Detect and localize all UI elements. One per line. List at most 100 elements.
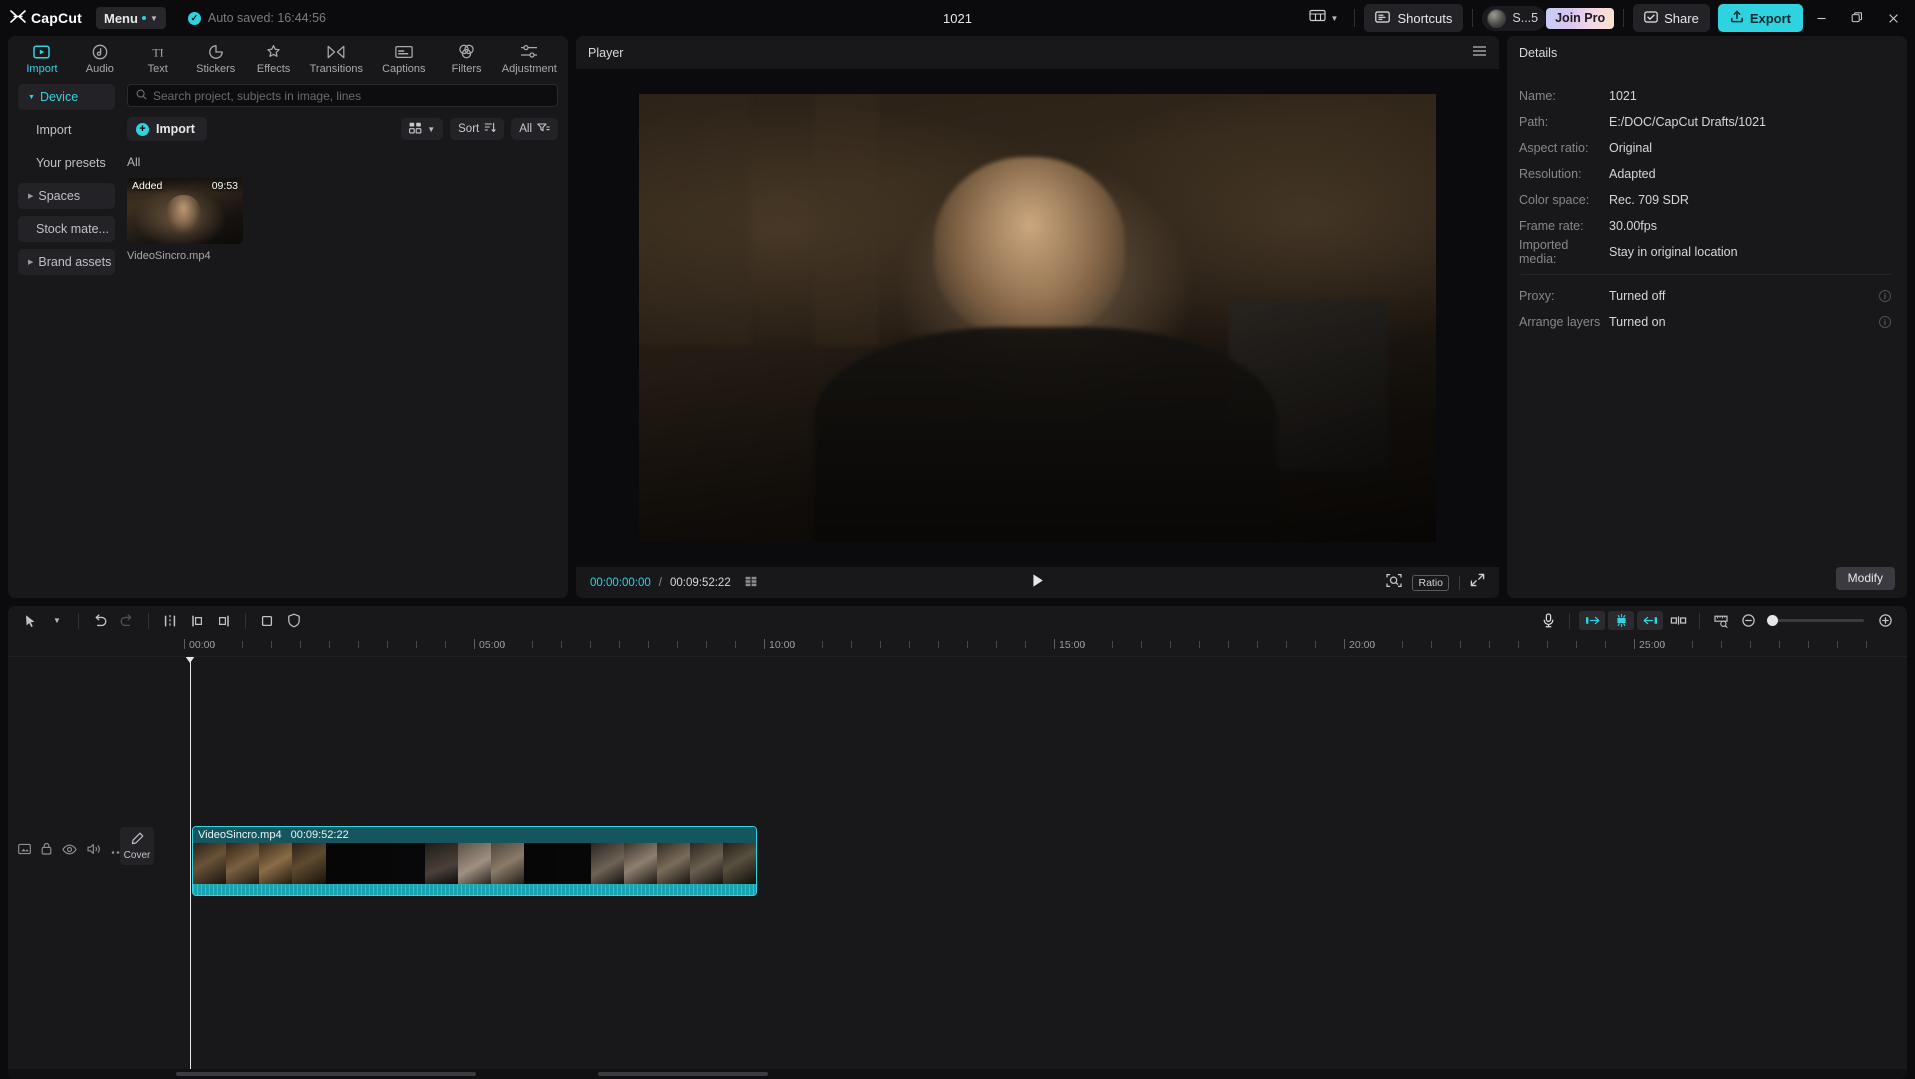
tab-adjustment[interactable]: Adjustment — [497, 39, 563, 75]
sidebar-item-brand-assets[interactable]: ▶ Brand assets — [18, 249, 115, 275]
player-panel: Player 00:00:00:00 / 00:09:52:22 Ratio — [576, 36, 1499, 598]
view-mode-button[interactable]: ▼ — [401, 118, 444, 140]
shortcuts-button[interactable]: Shortcuts — [1364, 4, 1464, 32]
window-maximize-button[interactable] — [1839, 1, 1875, 35]
chevron-down-icon: ▼ — [427, 124, 436, 134]
account-button[interactable]: S...5 — [1482, 5, 1547, 31]
tab-filters[interactable]: Filters — [439, 39, 495, 75]
record-voiceover-button[interactable] — [1536, 610, 1560, 632]
tab-captions[interactable]: Captions — [371, 39, 437, 75]
video-preview[interactable] — [639, 94, 1436, 542]
media-card[interactable]: Added 09:53 VideoSincro.mp4 — [127, 178, 243, 262]
filmstrip-frame — [623, 843, 657, 884]
player-right-controls: Ratio — [1386, 573, 1485, 593]
capcut-app-window: CapCut Menu ▼ ✓ Auto saved: 16:44:56 102… — [0, 0, 1915, 1079]
library-toolbar-right: ▼ Sort All — [401, 118, 558, 140]
info-icon[interactable]: i — [1879, 290, 1891, 302]
trim-left-button[interactable] — [185, 610, 209, 632]
details-value[interactable]: Turned on — [1609, 315, 1666, 329]
timeline-horizontal-scrollbar[interactable] — [8, 1069, 1907, 1079]
sidebar-item-spaces[interactable]: ▶ Spaces — [18, 183, 115, 209]
tab-transitions[interactable]: Transitions — [304, 39, 370, 75]
magnify-icon[interactable] — [1386, 573, 1403, 593]
media-thumbnail[interactable]: Added 09:53 — [127, 178, 243, 244]
eye-icon[interactable] — [62, 842, 77, 860]
chevron-right-icon: ▶ — [28, 259, 34, 266]
details-label: Color space: — [1519, 193, 1590, 207]
ruler-button[interactable] — [1709, 610, 1733, 632]
tab-effects[interactable]: Effects — [246, 39, 302, 75]
split-button[interactable] — [158, 610, 182, 632]
details-label: Path: — [1519, 115, 1549, 129]
track-thumb-icon[interactable] — [18, 842, 31, 860]
menu-button[interactable]: Menu ▼ — [95, 7, 166, 29]
zoom-in-button[interactable] — [1873, 610, 1897, 632]
zoom-out-button[interactable] — [1736, 610, 1760, 632]
zoom-slider-knob[interactable] — [1767, 615, 1778, 626]
cover-button[interactable]: Cover — [120, 827, 154, 865]
avatar — [1487, 8, 1507, 28]
timeline-tracks-area[interactable]: Cover VideoSincro.mp4 00:09:52:22 — [8, 657, 1907, 1069]
import-media-button[interactable]: + Import — [127, 117, 207, 141]
timeline-toolbar: ▼ — [8, 606, 1907, 635]
redo-button[interactable] — [115, 610, 139, 632]
frames-icon[interactable] — [745, 574, 758, 592]
ruler-label: 05:00 — [479, 639, 506, 651]
tab-audio[interactable]: Audio — [72, 39, 128, 75]
sidebar-item-import[interactable]: Import — [18, 117, 115, 143]
link-clips-button[interactable] — [1666, 610, 1690, 632]
mask-button[interactable] — [282, 610, 306, 632]
fullscreen-icon[interactable] — [1470, 573, 1485, 592]
sort-button[interactable]: Sort — [450, 118, 505, 140]
window-minimize-button[interactable] — [1803, 1, 1839, 35]
player-controls: 00:00:00:00 / 00:09:52:22 Ratio — [576, 567, 1499, 598]
lock-icon[interactable] — [41, 842, 52, 860]
search-bar[interactable]: Search project, subjects in image, lines — [127, 84, 558, 107]
sidebar-item-label: Stock mate... — [36, 222, 109, 236]
mute-icon[interactable] — [87, 842, 101, 860]
share-button[interactable]: Share — [1633, 4, 1710, 32]
layout-switch-button[interactable]: ▼ — [1302, 5, 1346, 31]
modify-button[interactable]: Modify — [1835, 566, 1895, 590]
window-close-button[interactable] — [1875, 1, 1911, 35]
player-menu-icon[interactable] — [1472, 45, 1487, 60]
select-tool-dropdown[interactable]: ▼ — [45, 610, 69, 632]
scrollbar-thumb[interactable] — [598, 1072, 768, 1076]
sidebar-item-your-presets[interactable]: Your presets — [18, 150, 115, 176]
clip-header: VideoSincro.mp4 00:09:52:22 — [193, 827, 756, 843]
mirror-right-button[interactable] — [1637, 611, 1663, 630]
mirror-left-button[interactable] — [1579, 611, 1605, 630]
crop-button[interactable] — [255, 610, 279, 632]
tab-stickers[interactable]: Stickers — [188, 39, 244, 75]
flash-select-button[interactable] — [1608, 611, 1634, 630]
play-button[interactable] — [1031, 573, 1045, 593]
timeline-ruler[interactable]: 00:00 05:00 10:00 15:00 20:00 25:00 — [8, 635, 1907, 657]
library-toolbar: + Import ▼ Sort All — [127, 117, 558, 141]
details-value[interactable]: Turned off — [1609, 289, 1665, 303]
import-label: Import — [156, 122, 195, 136]
tab-text[interactable]: TI Text — [130, 39, 186, 75]
ratio-button[interactable]: Ratio — [1412, 574, 1449, 591]
divider — [1521, 274, 1891, 275]
timeline-zoom-slider[interactable] — [1767, 615, 1864, 626]
divider — [148, 612, 149, 629]
undo-button[interactable] — [88, 610, 112, 632]
export-button[interactable]: Export — [1717, 4, 1803, 32]
sidebar-item-device[interactable]: ▼ Device — [18, 84, 115, 110]
tab-label: Filters — [451, 63, 482, 75]
details-label: Aspect ratio: — [1519, 141, 1589, 155]
chevron-down-icon: ▼ — [149, 13, 158, 23]
ruler-label: 20:00 — [1349, 639, 1376, 651]
info-icon[interactable]: i — [1879, 316, 1891, 328]
timeline-clip[interactable]: VideoSincro.mp4 00:09:52:22 — [192, 826, 757, 896]
account-name: S...5 — [1512, 11, 1539, 25]
select-tool-button[interactable] — [18, 610, 42, 632]
filter-button[interactable]: All — [511, 118, 558, 140]
scrollbar-thumb[interactable] — [176, 1072, 476, 1076]
join-pro-button[interactable]: Join Pro — [1546, 7, 1615, 29]
playhead[interactable] — [185, 657, 195, 1069]
filmstrip-frame — [292, 843, 326, 884]
trim-right-button[interactable] — [212, 610, 236, 632]
tab-import[interactable]: Import — [14, 39, 70, 75]
sidebar-item-stock-materials[interactable]: Stock mate... — [18, 216, 115, 242]
